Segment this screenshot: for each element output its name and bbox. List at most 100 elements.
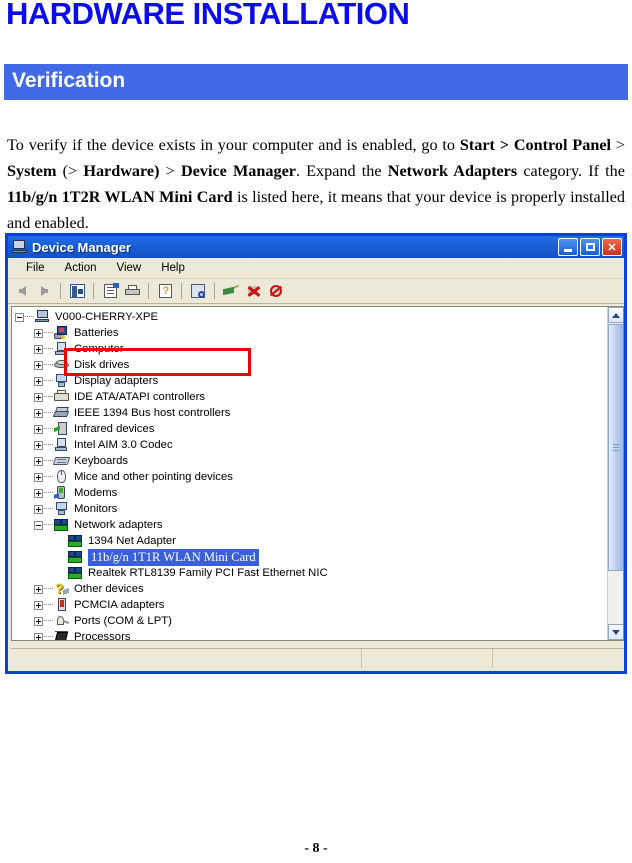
- expand-toggle[interactable]: [34, 632, 43, 640]
- codec-icon: [54, 438, 70, 452]
- tree-item-root[interactable]: V000-CHERRY-XPE: [12, 309, 607, 325]
- status-bar: [11, 648, 624, 668]
- unknown-device-icon: ?: [54, 580, 70, 596]
- tree-item-pcmcia[interactable]: PCMCIA adapters: [12, 597, 607, 613]
- toolbar: ?: [8, 279, 624, 304]
- window-controls: ✕: [558, 238, 622, 256]
- disk-drive-icon: [54, 358, 70, 372]
- tree-item-label: Intel AIM 3.0 Codec: [74, 439, 173, 451]
- expand-toggle[interactable]: [34, 360, 43, 370]
- window-titlebar[interactable]: Device Manager ✕: [8, 236, 624, 258]
- status-pane-1: [11, 649, 362, 668]
- scan-for-hardware-changes-icon[interactable]: [188, 281, 208, 301]
- tree-item-label: Monitors: [74, 503, 118, 515]
- print-icon[interactable]: [122, 281, 142, 301]
- toolbar-separator: [93, 283, 94, 299]
- tree-item-label: IDE ATA/ATAPI controllers: [74, 391, 205, 403]
- tree-connector: [44, 524, 53, 526]
- collapse-toggle[interactable]: [15, 312, 24, 322]
- infrared-icon: [54, 422, 70, 436]
- tree-item-other-devices[interactable]: ? Other devices: [12, 580, 607, 597]
- tree-connector: [44, 332, 53, 334]
- tree-item-1394-net-adapter[interactable]: 1394 Net Adapter: [12, 533, 607, 549]
- expand-toggle[interactable]: [34, 376, 43, 386]
- expand-toggle[interactable]: [34, 344, 43, 354]
- menu-item-file[interactable]: File: [16, 262, 55, 274]
- expand-toggle[interactable]: [34, 584, 43, 594]
- tree-connector: [44, 588, 53, 590]
- disable-device-icon[interactable]: [243, 281, 263, 301]
- tree-item-label: Batteries: [74, 327, 119, 339]
- tree-item-realtek-nic[interactable]: Realtek RTL8139 Family PCI Fast Ethernet…: [12, 565, 607, 581]
- tree-item-monitors[interactable]: Monitors: [12, 501, 607, 517]
- tree-item-label: Computer: [74, 343, 124, 355]
- scroll-down-icon[interactable]: [608, 624, 623, 640]
- menu-item-action[interactable]: Action: [55, 262, 107, 274]
- device-tree-pane[interactable]: V000-CHERRY-XPE Batteries Computer Disk …: [11, 306, 624, 641]
- tree-item-label: Infrared devices: [74, 423, 155, 435]
- tree-connector: [44, 348, 53, 350]
- tree-item-ieee1394[interactable]: IEEE 1394 Bus host controllers: [12, 405, 607, 421]
- back-arrow-icon[interactable]: [12, 281, 32, 301]
- expand-toggle[interactable]: [34, 456, 43, 466]
- scroll-thumb[interactable]: [608, 324, 623, 571]
- vertical-scrollbar[interactable]: [607, 307, 623, 640]
- tree-item-modems[interactable]: Modems: [12, 485, 607, 501]
- tree-connector: [44, 476, 53, 478]
- tree-connector: [44, 428, 53, 430]
- para-text-2: >: [611, 136, 625, 155]
- tree-item-label: Processors: [74, 631, 131, 641]
- tree-item-batteries[interactable]: Batteries: [12, 325, 607, 341]
- para-text-6: category. If the: [517, 162, 625, 181]
- expand-toggle[interactable]: [34, 504, 43, 514]
- update-driver-icon[interactable]: [221, 281, 241, 301]
- tree-item-mice[interactable]: Mice and other pointing devices: [12, 469, 607, 485]
- tree-item-display-adapters[interactable]: Display adapters: [12, 373, 607, 389]
- show-hide-tree-icon[interactable]: [67, 281, 87, 301]
- tree-item-infrared[interactable]: Infrared devices: [12, 421, 607, 437]
- expand-toggle[interactable]: [34, 424, 43, 434]
- expand-toggle[interactable]: [34, 472, 43, 482]
- expand-toggle[interactable]: [34, 408, 43, 418]
- help-icon[interactable]: ?: [155, 281, 175, 301]
- minimize-button[interactable]: [558, 238, 578, 256]
- device-tree: V000-CHERRY-XPE Batteries Computer Disk …: [12, 307, 607, 640]
- menu-item-help[interactable]: Help: [151, 262, 195, 274]
- computer-icon: [12, 240, 28, 254]
- tree-item-network-adapters[interactable]: Network adapters: [12, 517, 607, 533]
- tree-item-label: 1394 Net Adapter: [88, 535, 176, 547]
- uninstall-device-icon[interactable]: [265, 281, 285, 301]
- tree-item-label: Other devices: [74, 583, 144, 595]
- expand-toggle[interactable]: [34, 328, 43, 338]
- forward-arrow-icon[interactable]: [34, 281, 54, 301]
- tree-item-disk-drives[interactable]: Disk drives: [12, 357, 607, 373]
- tree-item-keyboards[interactable]: Keyboards: [12, 453, 607, 469]
- monitor-icon: [54, 502, 70, 516]
- tree-item-ports[interactable]: Ports (COM & LPT): [12, 613, 607, 629]
- tree-connector: [44, 508, 53, 510]
- expand-toggle[interactable]: [34, 392, 43, 402]
- para-text-4: >: [159, 162, 181, 181]
- tree-item-codec[interactable]: Intel AIM 3.0 Codec: [12, 437, 607, 453]
- scroll-up-icon[interactable]: [608, 307, 623, 323]
- tree-item-processors[interactable]: Processors: [12, 629, 607, 641]
- expand-toggle[interactable]: [34, 488, 43, 498]
- menu-item-view[interactable]: View: [107, 262, 152, 274]
- tree-item-label: Modems: [74, 487, 118, 499]
- collapse-toggle[interactable]: [34, 520, 43, 530]
- para-text-5: . Expand the: [295, 162, 388, 181]
- properties-icon[interactable]: [100, 281, 120, 301]
- tree-item-wlan-mini-card[interactable]: 11b/g/n 1T1R WLAN Mini Card: [12, 548, 607, 566]
- tree-item-label: Keyboards: [74, 455, 129, 467]
- expand-toggle[interactable]: [34, 440, 43, 450]
- display-adapter-icon: [54, 374, 70, 388]
- toolbar-separator: [148, 283, 149, 299]
- pcmcia-icon: [54, 598, 70, 612]
- expand-toggle[interactable]: [34, 600, 43, 610]
- expand-toggle[interactable]: [34, 616, 43, 626]
- toolbar-separator: [181, 283, 182, 299]
- tree-item-computer[interactable]: Computer: [12, 341, 607, 357]
- maximize-button[interactable]: [580, 238, 600, 256]
- close-button[interactable]: ✕: [602, 238, 622, 256]
- tree-item-ide-controllers[interactable]: IDE ATA/ATAPI controllers: [12, 389, 607, 405]
